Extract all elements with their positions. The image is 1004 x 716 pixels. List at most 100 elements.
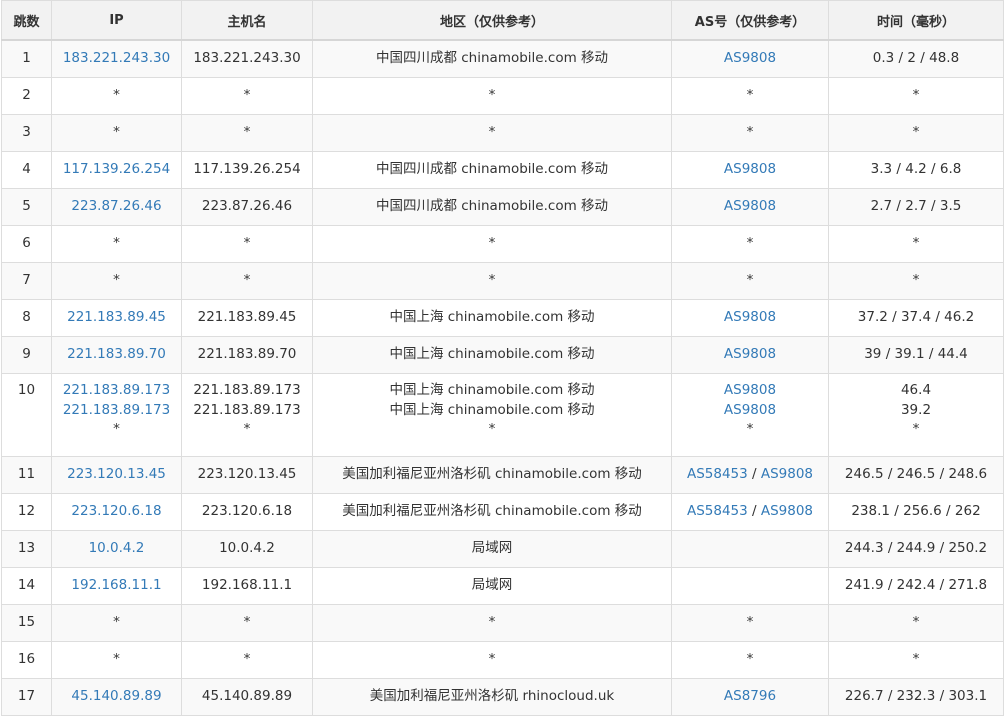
hostname-text: 221.183.89.70 [197, 346, 297, 363]
ip-cell: * [51, 114, 182, 152]
hostname-text: * [243, 614, 251, 631]
time-text: * [912, 124, 920, 141]
time-text: 0.3 / 2 / 48.8 [872, 50, 960, 67]
hostname-cell: 45.140.89.89 [181, 678, 313, 716]
header-ip: IP [51, 0, 182, 41]
region-text: * [488, 614, 496, 631]
table-row: 3 * * * * * [1, 114, 1004, 152]
ip-link[interactable]: 117.139.26.254 [53, 160, 181, 180]
region-text: 美国加利福尼亚州洛杉矶 rhinocloud.uk [369, 688, 615, 705]
hop-cell: 7 [1, 262, 52, 300]
as-cell: * [671, 225, 829, 263]
ip-link[interactable]: 10.0.4.2 [53, 539, 181, 559]
ip-link[interactable]: 221.183.89.45 [53, 308, 181, 328]
as-cell [671, 567, 829, 605]
hostname-text: * [243, 272, 251, 289]
time-text: * [912, 421, 920, 437]
hostname-text: * [243, 421, 251, 437]
as-line: * [673, 123, 828, 143]
hop-cell: 6 [1, 225, 52, 263]
hop-cell: 17 [1, 678, 52, 716]
time-text: 226.7 / 232.3 / 303.1 [844, 688, 988, 705]
ip-placeholder: * [113, 87, 120, 104]
ip-link[interactable]: 192.168.11.1 [53, 576, 181, 596]
hostname-cell: 183.221.243.30 [181, 39, 313, 78]
ip-link[interactable]: 221.183.89.70 [53, 345, 181, 365]
hostname-text: 45.140.89.89 [201, 688, 293, 705]
hostname-cell: 10.0.4.2 [181, 530, 313, 568]
as-cell: * [671, 114, 829, 152]
as-line: AS9808 [673, 308, 828, 328]
as-link[interactable]: AS9808 [724, 346, 776, 362]
hostname-text: 221.183.89.173 [193, 401, 301, 418]
as-link[interactable]: AS9808 [724, 161, 776, 177]
header-row: 跳数 IP 主机名 地区（仅供参考） AS号（仅供参考） 时间（毫秒） [1, 0, 1004, 41]
as-cell: AS58453 / AS9808 [671, 456, 829, 494]
ip-placeholder: * [113, 651, 120, 668]
as-link[interactable]: AS9808 [761, 503, 813, 519]
table-row: 15 * * * * * [1, 604, 1004, 642]
region-cell: * [312, 262, 672, 300]
ip-cell: 223.87.26.46 [51, 188, 182, 226]
ip-cell: 192.168.11.1 [51, 567, 182, 605]
ip-cell: * [51, 604, 182, 642]
as-cell: AS8796 [671, 678, 829, 716]
as-line: * [673, 420, 828, 440]
region-text: 局域网 [471, 540, 513, 557]
ip-cell: 221.183.89.70 [51, 336, 182, 374]
hostname-text: 192.168.11.1 [201, 577, 293, 594]
traceroute-table: 跳数 IP 主机名 地区（仅供参考） AS号（仅供参考） 时间（毫秒） 1 183… [1, 0, 1004, 716]
hostname-text: * [243, 124, 251, 141]
hop-cell: 2 [1, 77, 52, 115]
hostname-cell: 221.183.89.173 221.183.89.173 * [181, 373, 313, 457]
region-text: 中国四川成都 chinamobile.com 移动 [375, 50, 609, 67]
hostname-cell: * [181, 641, 313, 679]
time-text: 246.5 / 246.5 / 248.6 [844, 466, 988, 483]
hop-cell: 14 [1, 567, 52, 605]
ip-cell: * [51, 77, 182, 115]
as-placeholder: * [746, 651, 754, 668]
time-cell: * [828, 641, 1004, 679]
ip-link[interactable]: 221.183.89.173 [53, 381, 181, 401]
as-line: * [673, 613, 828, 633]
as-line: AS9808 [673, 345, 828, 365]
region-cell: 中国上海 chinamobile.com 移动 [312, 336, 672, 374]
ip-placeholder: * [113, 235, 120, 252]
hop-cell: 9 [1, 336, 52, 374]
time-text: * [912, 87, 920, 104]
ip-link[interactable]: 45.140.89.89 [53, 687, 181, 707]
ip-link[interactable]: 223.87.26.46 [53, 197, 181, 217]
as-link[interactable]: AS58453 [687, 466, 748, 482]
header-hostname: 主机名 [181, 0, 313, 41]
time-cell: * [828, 262, 1004, 300]
as-link[interactable]: AS9808 [724, 382, 776, 398]
ip-link[interactable]: 223.120.6.18 [53, 502, 181, 522]
time-cell: 0.3 / 2 / 48.8 [828, 39, 1004, 78]
time-text: 46.4 [900, 382, 932, 398]
ip-link[interactable]: 183.221.243.30 [53, 49, 181, 69]
time-text: 238.1 / 256.6 / 262 [851, 503, 981, 520]
ip-link[interactable]: 221.183.89.173 [53, 401, 181, 421]
as-link[interactable]: AS9808 [724, 309, 776, 325]
time-cell: * [828, 77, 1004, 115]
as-link[interactable]: AS9808 [724, 402, 776, 418]
as-link[interactable]: AS9808 [724, 50, 776, 66]
ip-cell: * [51, 262, 182, 300]
as-link[interactable]: AS9808 [761, 466, 813, 482]
as-link[interactable]: AS8796 [724, 688, 776, 704]
as-link[interactable]: AS9808 [724, 198, 776, 214]
as-line: AS9808 [673, 401, 828, 421]
region-text: 局域网 [471, 577, 513, 594]
hop-cell: 16 [1, 641, 52, 679]
time-cell: 37.2 / 37.4 / 46.2 [828, 299, 1004, 337]
hostname-text: 221.183.89.45 [197, 309, 297, 326]
table-row: 14 192.168.11.1 192.168.11.1 局域网 241.9 / 242… [1, 567, 1004, 605]
time-text: * [912, 235, 920, 252]
time-text: 241.9 / 242.4 / 271.8 [844, 577, 988, 594]
hostname-cell: 117.139.26.254 [181, 151, 313, 189]
time-text: 244.3 / 244.9 / 250.2 [844, 540, 988, 557]
time-cell: * [828, 114, 1004, 152]
as-link[interactable]: AS58453 [687, 503, 748, 519]
ip-link[interactable]: 223.120.13.45 [53, 465, 181, 485]
as-line: * [673, 271, 828, 291]
